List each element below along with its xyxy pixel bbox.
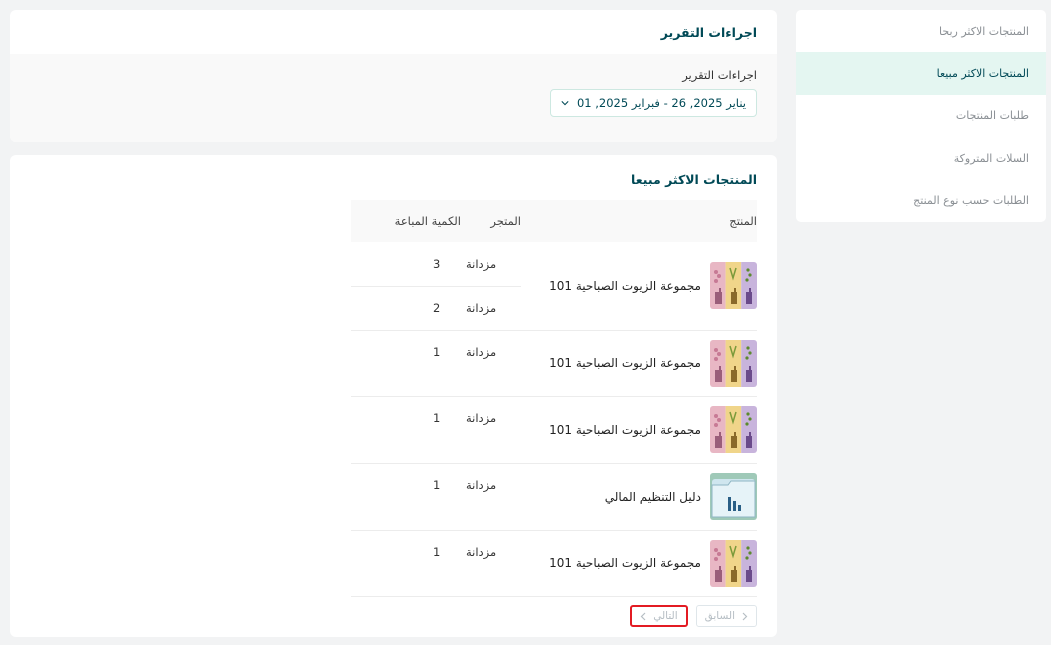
settings-body: اجراءات التقرير يناير 2025, 26 - فبراير … <box>10 54 777 142</box>
products-table: المنتج المتجر الكمية المباعة مجموعة الزي… <box>351 200 757 597</box>
qty-cell: 2 <box>351 286 461 331</box>
qty-cell: 3 <box>351 242 461 287</box>
product-cell: مجموعة الزيوت الصباحية 101 <box>521 339 757 387</box>
store-cell: مزدانة <box>461 396 521 464</box>
oils-bottles-image <box>710 339 757 387</box>
chevron-right-icon <box>742 612 748 620</box>
product-name: مجموعة الزيوت الصباحية 101 <box>549 556 701 570</box>
pagination: السابق التالي <box>630 605 757 627</box>
table-header: المنتج المتجر الكمية المباعة <box>351 200 757 242</box>
finance-folder-image <box>710 473 757 520</box>
products-title: المنتجات الاكثر مبيعا <box>631 171 757 187</box>
date-range-select[interactable]: يناير 2025, 26 - فبراير 2025, 01 <box>549 89 757 117</box>
table-row: مجموعة الزيوت الصباحية 101 مزدانة 1 <box>351 330 757 397</box>
oils-bottles-image <box>710 406 757 453</box>
best-selling-card: المنتجات الاكثر مبيعا المنتج المتجر الكم… <box>10 155 777 637</box>
report-settings-card: اجراءات التقرير اجراءات التقرير يناير 20… <box>10 10 777 142</box>
qty-cell: 1 <box>351 330 461 397</box>
oils-bottles-image <box>710 539 757 587</box>
sidebar-item-product-orders[interactable]: طلبات المنتجات <box>796 95 1046 137</box>
store-cell: مزدانة <box>461 286 521 331</box>
table-row: دليل التنظيم المالي مزدانة 1 <box>351 463 757 531</box>
product-name: دليل التنظيم المالي <box>604 489 701 504</box>
previous-label: السابق <box>704 610 735 622</box>
previous-page-button[interactable]: السابق <box>695 605 757 627</box>
store-cell: مزدانة <box>461 330 521 397</box>
column-product: المنتج <box>729 214 757 228</box>
next-label: التالي <box>653 610 678 622</box>
product-name: مجموعة الزيوت الصباحية 101 <box>549 356 701 370</box>
product-cell: دليل التنظيم المالي <box>521 473 757 520</box>
sidebar-item-best-selling[interactable]: المنتجات الاكثر مبيعا <box>796 52 1046 95</box>
chevron-down-icon <box>561 101 569 106</box>
store-cell: مزدانة <box>461 242 521 287</box>
report-sidebar: المنتجات الاكثر ربحا المنتجات الاكثر مبي… <box>796 10 1046 222</box>
qty-cell: 1 <box>351 396 461 464</box>
date-range-value: يناير 2025, 26 - فبراير 2025, 01 <box>576 96 746 110</box>
qty-cell: 1 <box>351 463 461 531</box>
sidebar-item-orders-by-type[interactable]: الطلبات حسب نوع المنتج <box>796 180 1046 222</box>
product-name: مجموعة الزيوت الصباحية 101 <box>549 278 701 293</box>
date-range-label: اجراءات التقرير <box>682 68 757 82</box>
table-row: مجموعة الزيوت الصباحية 101 مزدانة 1 <box>351 530 757 597</box>
qty-cell: 1 <box>351 530 461 597</box>
sidebar-item-abandoned-carts[interactable]: السلات المتروكة <box>796 137 1046 179</box>
table-row: مجموعة الزيوت الصباحية 101 مزدانة 3 <box>351 242 757 331</box>
store-cell: مزدانة <box>461 530 521 597</box>
next-page-button[interactable]: التالي <box>630 605 688 627</box>
oils-bottles-image <box>710 262 757 310</box>
product-name: مجموعة الزيوت الصباحية 101 <box>549 422 701 437</box>
store-cell: مزدانة <box>461 463 521 531</box>
sidebar-item-most-profitable[interactable]: المنتجات الاكثر ربحا <box>796 10 1046 52</box>
product-cell: مجموعة الزيوت الصباحية 101 <box>521 262 757 310</box>
chevron-left-icon <box>640 612 646 620</box>
column-qty: الكمية المباعة <box>394 214 461 228</box>
settings-title: اجراءات التقرير <box>660 24 757 40</box>
column-store: المتجر <box>490 214 521 228</box>
table-row: مجموعة الزيوت الصباحية 101 مزدانة 1 <box>351 396 757 464</box>
product-cell: مجموعة الزيوت الصباحية 101 <box>521 406 757 453</box>
product-cell: مجموعة الزيوت الصباحية 101 <box>521 539 757 587</box>
